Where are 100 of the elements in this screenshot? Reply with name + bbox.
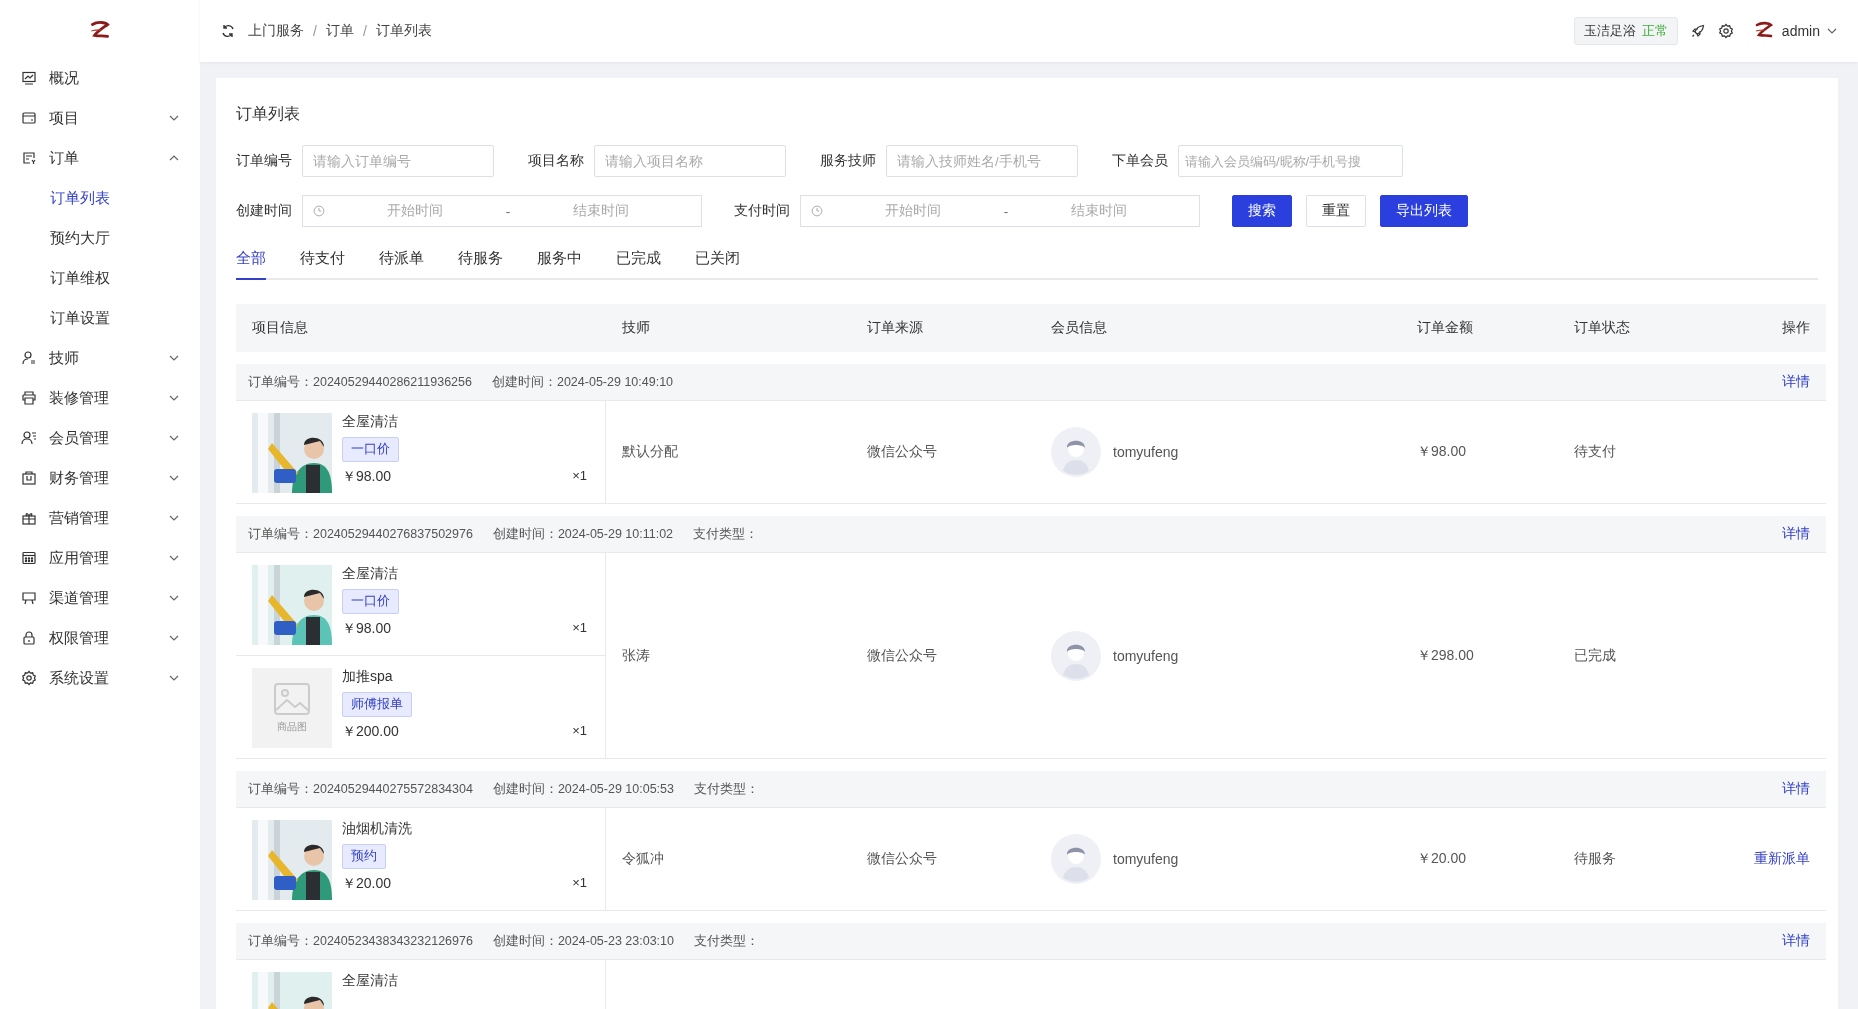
item-price: ￥200.00 (342, 723, 399, 741)
sidebar-item[interactable]: 系统设置 (0, 658, 200, 698)
sidebar-item[interactable]: 权限管理 (0, 618, 200, 658)
sidebar-item[interactable]: 技师 (0, 338, 200, 378)
avatar-icon (1051, 630, 1101, 681)
item-name: 全屋清洁 (342, 565, 399, 583)
sidebar-subitem[interactable]: 订单设置 (0, 298, 200, 338)
breadcrumb-item[interactable]: 上门服务 (248, 22, 304, 40)
payment-type: 支付类型： (693, 525, 759, 543)
tab[interactable]: 已完成 (616, 249, 661, 280)
order-amount: ￥20.00 (1417, 850, 1467, 868)
item-name: 加推spa (342, 668, 394, 686)
field-label: 下单会员 (1112, 152, 1168, 170)
breadcrumb-separator: / (362, 23, 367, 39)
action-button[interactable]: 导出列表 (1380, 195, 1468, 227)
input-field[interactable]: 请输入会员编码/昵称/手机号搜 (1178, 145, 1403, 177)
tab[interactable]: 已关闭 (695, 249, 740, 280)
tab[interactable]: 全部 (236, 249, 266, 280)
order-created-time: 创建时间：2024-05-29 10:05:53 (492, 780, 674, 798)
order-amount: ￥98.00 (1417, 443, 1467, 461)
tab[interactable]: 服务中 (537, 249, 582, 280)
printer-icon (21, 390, 37, 406)
column-header: 订单金额 (1401, 304, 1558, 352)
details-link[interactable]: 详情 (1782, 525, 1810, 543)
clock-icon (811, 205, 823, 217)
column-header: 订单来源 (851, 304, 1035, 352)
sidebar-item[interactable]: 概况 (0, 58, 200, 98)
item-quantity: ×1 (572, 620, 587, 637)
easel-icon (21, 590, 37, 606)
column-header: 项目信息 (236, 304, 606, 352)
sidebar-item[interactable]: 装修管理 (0, 378, 200, 418)
reassign-link[interactable]: 重新派单 (1754, 850, 1810, 868)
tab[interactable]: 待派单 (379, 249, 424, 280)
item-tag: 师傅报单 (342, 692, 412, 717)
item-quantity: ×1 (572, 468, 587, 485)
date-range-field[interactable]: 开始时间 - 结束时间 (800, 195, 1200, 227)
member-name: tomyufeng (1113, 647, 1179, 664)
item-name: 全屋清洁 (342, 972, 399, 990)
order-created-time: 创建时间：2024-05-23 23:03:10 (492, 932, 674, 950)
avatar-icon (1051, 834, 1101, 884)
item-price: ￥20.00 (342, 875, 392, 893)
item-quantity: ×1 (572, 723, 587, 740)
sidebar-item[interactable]: 项目 (0, 98, 200, 138)
input-field[interactable]: 请输入项目名称 (594, 145, 786, 177)
order-number: 订单编号：20240529440276837502976 (248, 525, 473, 543)
order-source: 微信公众号 (867, 646, 937, 665)
sidebar-subitem[interactable]: 订单维权 (0, 258, 200, 298)
lock-icon (21, 630, 37, 646)
page-title: 订单列表 (236, 104, 301, 124)
order-amount: ￥298.00 (1417, 646, 1474, 665)
item-name: 油烟机清洗 (342, 820, 413, 838)
action-button[interactable]: 重置 (1306, 195, 1366, 227)
technician-name: 令狐冲 (622, 850, 664, 868)
tab[interactable]: 待支付 (300, 249, 345, 280)
input-field[interactable]: 请输入技师姓名/手机号 (886, 145, 1078, 177)
item-price: ￥98.00 (342, 620, 392, 638)
card-icon (21, 110, 37, 126)
field-label: 服务技师 (820, 152, 876, 170)
members-icon (21, 430, 37, 446)
details-link[interactable]: 详情 (1782, 780, 1810, 798)
sidebar-item[interactable]: 渠道管理 (0, 578, 200, 618)
sidebar-item[interactable]: 应用管理 (0, 538, 200, 578)
order-number: 订单编号：20240529440275572834304 (248, 780, 473, 798)
sidebar-item[interactable]: 会员管理 (0, 418, 200, 458)
settings-icon[interactable] (1717, 23, 1734, 39)
refresh-icon[interactable] (220, 23, 236, 39)
order-status: 已完成 (1574, 646, 1616, 665)
chart-icon (21, 70, 37, 86)
technician-name: 默认分配 (622, 443, 678, 461)
user-name[interactable]: admin (1781, 23, 1820, 39)
order-source: 微信公众号 (867, 443, 937, 461)
breadcrumb-item[interactable]: 订单 (325, 22, 354, 40)
details-link[interactable]: 详情 (1782, 373, 1810, 391)
person-icon (21, 350, 37, 366)
input-field[interactable]: 请输入订单编号 (302, 145, 494, 177)
field-label: 项目名称 (528, 152, 584, 170)
breadcrumb-separator: / (313, 23, 317, 39)
tab[interactable]: 待服务 (458, 249, 503, 280)
member-name: tomyufeng (1113, 851, 1179, 867)
column-header: 技师 (606, 304, 851, 352)
avatar-icon (1051, 427, 1101, 477)
field-label: 订单编号 (236, 152, 292, 170)
date-range-field[interactable]: 开始时间 - 结束时间 (302, 195, 702, 227)
details-link[interactable]: 详情 (1782, 932, 1810, 950)
order-status: 待服务 (1574, 850, 1616, 868)
sidebar-item[interactable]: 营销管理 (0, 498, 200, 538)
item-tag: 预约 (342, 844, 386, 869)
payment-type: 支付类型： (694, 780, 759, 798)
sidebar-item[interactable]: 财务管理 (0, 458, 200, 498)
store-status: 正常 (1641, 22, 1668, 40)
breadcrumb-item[interactable]: 订单列表 (375, 22, 432, 40)
field-label: 支付时间 (734, 202, 790, 220)
sidebar-subitem[interactable]: 订单列表 (0, 178, 200, 218)
sidebar-subitem[interactable]: 预约大厅 (0, 218, 200, 258)
item-quantity: ×1 (572, 875, 587, 892)
sidebar-item[interactable]: 订单 (0, 138, 200, 178)
order-status: 待支付 (1574, 443, 1616, 461)
column-header: 订单状态 (1558, 304, 1738, 352)
member-name: tomyufeng (1113, 444, 1179, 460)
action-button[interactable]: 搜索 (1232, 195, 1292, 227)
